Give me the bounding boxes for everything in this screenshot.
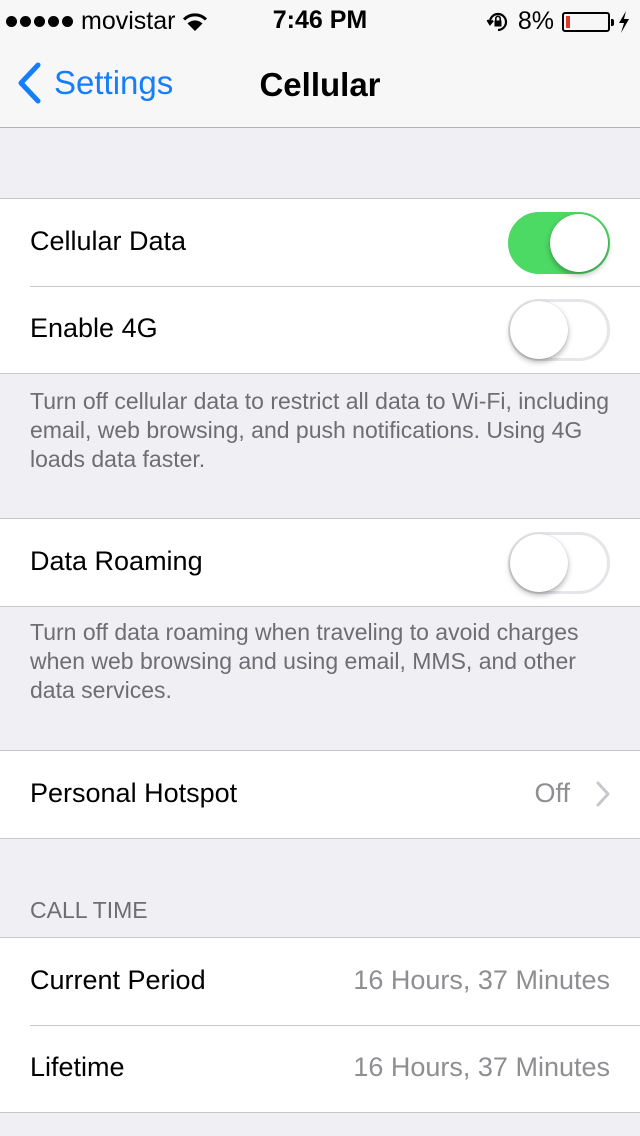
enable-4g-row: Enable 4G [0, 286, 640, 373]
lifetime-row: Lifetime 16 Hours, 37 Minutes [0, 1025, 640, 1112]
toggle-knob [550, 214, 608, 272]
battery-icon [562, 11, 614, 32]
toggle-knob [510, 301, 568, 359]
chevron-right-icon [596, 781, 610, 807]
battery-percent: 8% [517, 7, 554, 35]
personal-hotspot-value: Off [534, 778, 570, 808]
cellular-footnote: Turn off cellular data to restrict all d… [30, 388, 610, 472]
lifetime-value: 16 Hours, 37 Minutes [353, 1052, 610, 1082]
roaming-group: Data Roaming [0, 518, 640, 607]
enable-4g-toggle[interactable] [508, 299, 610, 361]
current-period-row: Current Period 16 Hours, 37 Minutes [0, 938, 640, 1025]
rotation-lock-icon [486, 12, 507, 31]
battery-level-fill [566, 15, 570, 28]
call-time-group: Current Period 16 Hours, 37 Minutes Life… [0, 937, 640, 1113]
data-roaming-label: Data Roaming [30, 546, 203, 576]
cellular-data-row: Cellular Data [0, 199, 640, 286]
call-time-header: CALL TIME [30, 897, 148, 923]
lifetime-label: Lifetime [30, 1052, 125, 1082]
hotspot-group: Personal Hotspot Off [0, 750, 640, 839]
navigation-bar: Settings Cellular [0, 40, 640, 128]
data-roaming-toggle[interactable] [508, 532, 610, 594]
personal-hotspot-row[interactable]: Personal Hotspot Off [0, 751, 640, 838]
cellular-data-label: Cellular Data [30, 226, 187, 256]
data-roaming-row: Data Roaming [0, 519, 640, 606]
status-bar: movistar 7:46 PM 8% [0, 0, 640, 40]
enable-4g-label: Enable 4G [30, 313, 158, 343]
status-right: 8% [486, 7, 630, 36]
charging-bolt-icon [619, 10, 629, 33]
current-period-value: 16 Hours, 37 Minutes [353, 965, 610, 995]
page-title: Cellular [259, 66, 381, 103]
toggle-knob [510, 534, 568, 592]
cellular-group: Cellular Data Enable 4G [0, 198, 640, 374]
current-period-label: Current Period [30, 965, 206, 995]
cellular-data-toggle[interactable] [508, 212, 610, 274]
roaming-footnote: Turn off data roaming when traveling to … [30, 619, 579, 703]
personal-hotspot-label: Personal Hotspot [30, 778, 238, 808]
